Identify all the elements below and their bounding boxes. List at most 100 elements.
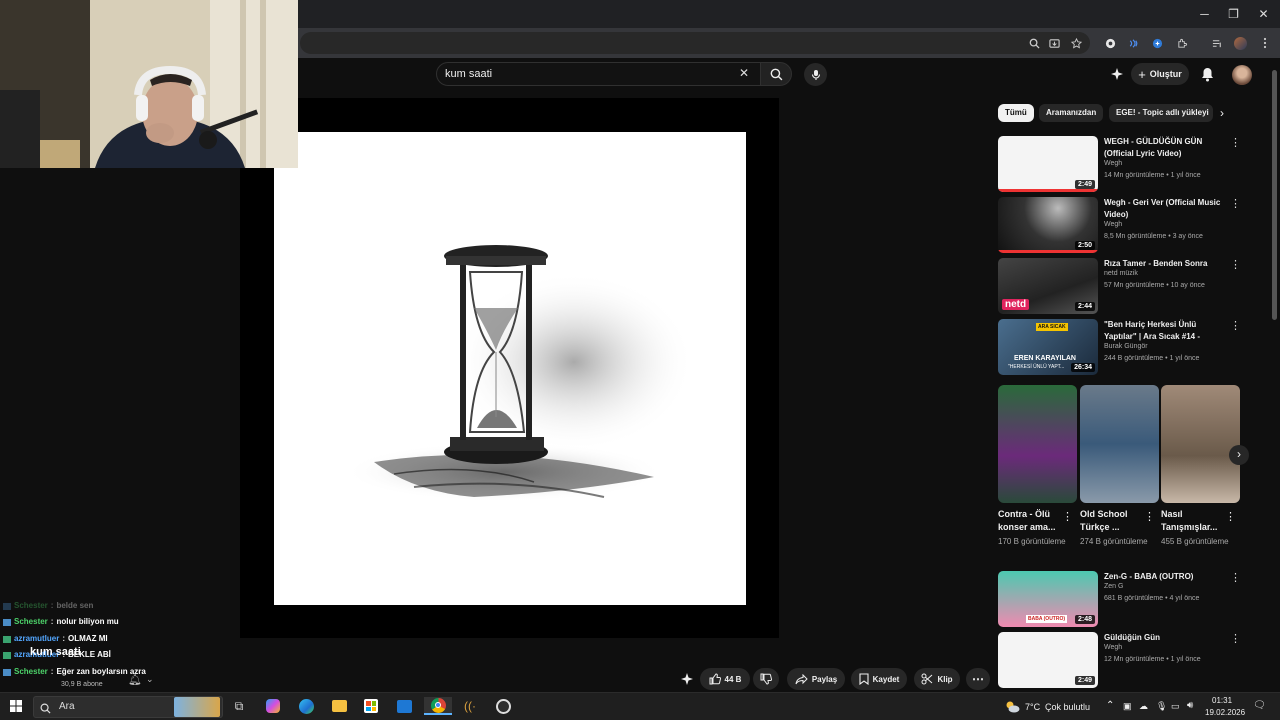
volume-icon[interactable]: 🔊︎	[1187, 700, 1193, 711]
chevron-down-icon[interactable]: ⌄	[146, 674, 154, 685]
more-vert-icon[interactable]: ⋮	[1230, 136, 1241, 149]
ai-sparkle-icon[interactable]	[1110, 68, 1124, 86]
weather-icon[interactable]	[1002, 697, 1022, 715]
avatar[interactable]	[1232, 65, 1252, 85]
video-thumbnail[interactable]: 2:49	[998, 632, 1098, 688]
media-icon[interactable]	[1209, 35, 1225, 51]
restore-button[interactable]: ❐	[1217, 0, 1250, 28]
short-title[interactable]: Contra - Ölü konser ama...	[998, 508, 1060, 534]
chip-all[interactable]: Tümü	[998, 104, 1034, 122]
more-vert-icon[interactable]: ⋮	[1230, 319, 1241, 332]
more-vert-icon[interactable]: ⋮	[1230, 258, 1241, 271]
video-title[interactable]: Güldüğün Gün	[1104, 632, 1226, 644]
extension-2-icon[interactable]	[1125, 35, 1141, 51]
page-scrollbar[interactable]	[1272, 70, 1277, 320]
more-vert-icon[interactable]: ⋮	[1230, 632, 1241, 645]
short-thumbnail[interactable]	[1080, 385, 1159, 503]
microphone-tray-icon[interactable]: 🎙︎	[1156, 701, 1167, 712]
edge-icon[interactable]	[296, 697, 316, 715]
create-button[interactable]: + Oluştur	[1131, 63, 1189, 85]
task-view-icon[interactable]: ⧉	[229, 697, 249, 715]
install-icon[interactable]	[1046, 35, 1062, 51]
video-thumbnail[interactable]: 2:49	[998, 136, 1098, 192]
profile-icon[interactable]	[1232, 35, 1248, 51]
more-vert-icon[interactable]: ⋮	[1230, 571, 1241, 584]
copilot-icon[interactable]	[263, 697, 283, 715]
share-button[interactable]: Paylaş	[787, 668, 845, 690]
more-vert-icon[interactable]: ⋮	[1144, 510, 1155, 523]
short-thumbnail[interactable]	[998, 385, 1077, 503]
channel-name[interactable]: Wegh	[1104, 644, 1122, 651]
subscribe-bell-icon[interactable]: 🔔︎	[128, 673, 142, 686]
clip-button[interactable]: Klip	[914, 668, 960, 690]
save-button[interactable]: Kaydet	[851, 668, 907, 690]
tray-app-icon[interactable]: ▣	[1123, 701, 1132, 712]
close-window-button[interactable]: ✕	[1247, 0, 1280, 28]
video-thumbnail[interactable]: netd 2:44	[998, 258, 1098, 314]
channel-name[interactable]: Wegh	[1104, 221, 1122, 228]
video-thumbnail[interactable]: ARA SICAK EREN KARAYILAN "HERKESİ ÜNLÜ Y…	[998, 319, 1098, 375]
chip-from-search[interactable]: Aramanızdan	[1039, 104, 1104, 122]
channel-name[interactable]: Burak Güngör	[1104, 343, 1148, 350]
search-button[interactable]	[760, 62, 792, 86]
more-icon[interactable]	[1257, 35, 1273, 51]
star-icon[interactable]	[1068, 35, 1084, 51]
list-item[interactable]: 2:50 Wegh - Geri Ver (Official Music Vid…	[998, 197, 1248, 253]
address-bar[interactable]	[300, 32, 1090, 54]
video-meta: 8,5 Mn görüntüleme • 3 ay önce	[1104, 233, 1203, 240]
video-title[interactable]: Zen-G - BABA (OUTRO)	[1104, 571, 1226, 583]
notifications-bell-icon[interactable]	[1201, 67, 1214, 87]
video-thumbnail[interactable]: 2:50	[998, 197, 1098, 253]
chrome-icon[interactable]	[424, 697, 452, 715]
extension-3-icon[interactable]	[1149, 35, 1165, 51]
onedrive-icon[interactable]: ☁	[1139, 701, 1148, 712]
chips-next-icon[interactable]: ›	[1220, 106, 1224, 120]
channel-name[interactable]: netd müzik	[1104, 270, 1138, 277]
network-icon[interactable]: ▭	[1171, 701, 1180, 712]
tray-overflow-icon[interactable]: ⌃	[1106, 700, 1114, 711]
puzzle-icon[interactable]	[1174, 35, 1190, 51]
clock-date[interactable]: 19.02.2026	[1205, 708, 1245, 717]
like-button[interactable]: 44 B	[700, 668, 750, 690]
chip-ege-topic[interactable]: EGE! - Topic adlı yükleyi	[1109, 104, 1213, 122]
scissors-icon	[921, 673, 933, 685]
store-icon[interactable]	[361, 697, 381, 715]
audio-app-icon[interactable]: ((·	[460, 697, 480, 715]
voice-search-button[interactable]	[804, 63, 827, 86]
list-item[interactable]: ARA SICAK EREN KARAYILAN "HERKESİ ÜNLÜ Y…	[998, 319, 1248, 375]
shorts-next-icon[interactable]: ›	[1229, 445, 1249, 465]
dislike-button[interactable]	[753, 668, 779, 690]
zoom-icon[interactable]	[1026, 35, 1042, 51]
notification-center-icon[interactable]: 🗨︎	[1253, 700, 1266, 711]
search-input[interactable]: kum saati	[436, 62, 766, 86]
short-thumbnail[interactable]	[1161, 385, 1240, 503]
obs-icon[interactable]	[493, 697, 513, 715]
clear-search-icon[interactable]: ✕	[739, 66, 749, 80]
list-item[interactable]: netd 2:44 Rıza Tamer - Benden Sonra netd…	[998, 258, 1248, 314]
video-thumbnail[interactable]: BABA (OUTRO) 2:48	[998, 571, 1098, 627]
more-vert-icon[interactable]: ⋮	[1230, 197, 1241, 210]
bookmark-icon	[859, 673, 869, 685]
list-item[interactable]: 2:49 Güldüğün Gün Wegh 12 Mn görüntüleme…	[998, 632, 1248, 688]
extension-1-icon[interactable]	[1102, 35, 1118, 51]
chat-badge-icon	[3, 668, 11, 676]
video-title[interactable]: Wegh - Geri Ver (Official Music Video)	[1104, 197, 1226, 221]
channel-name[interactable]: Wegh	[1104, 160, 1122, 167]
clock-time[interactable]: 01:31	[1212, 696, 1232, 705]
channel-name[interactable]: Zen G	[1104, 583, 1123, 590]
video-title[interactable]: "Ben Hariç Herkesi Ünlü Yaptılar" | Ara …	[1104, 319, 1226, 343]
more-actions-button[interactable]: ⋯	[966, 668, 990, 690]
more-vert-icon[interactable]: ⋮	[1225, 510, 1236, 523]
short-title[interactable]: Nasıl Tanışmışlar...	[1161, 508, 1223, 534]
video-title[interactable]: Rıza Tamer - Benden Sonra	[1104, 258, 1226, 270]
more-vert-icon[interactable]: ⋮	[1062, 510, 1073, 523]
list-item[interactable]: BABA (OUTRO) 2:48 Zen-G - BABA (OUTRO) Z…	[998, 571, 1248, 627]
file-explorer-icon[interactable]	[329, 697, 349, 715]
list-item[interactable]: 2:49 WEGH - GÜLDÜĞÜN GÜN (Official Lyric…	[998, 136, 1248, 192]
windows-start-icon[interactable]	[6, 697, 26, 715]
outlook-icon[interactable]	[394, 697, 414, 715]
video-title[interactable]: WEGH - GÜLDÜĞÜN GÜN (Official Lyric Vide…	[1104, 136, 1226, 160]
ai-sparkle-icon[interactable]	[680, 673, 694, 691]
short-title[interactable]: Old School Türkçe ...	[1080, 508, 1142, 534]
short-views: 455 B görüntüleme	[1161, 537, 1229, 546]
